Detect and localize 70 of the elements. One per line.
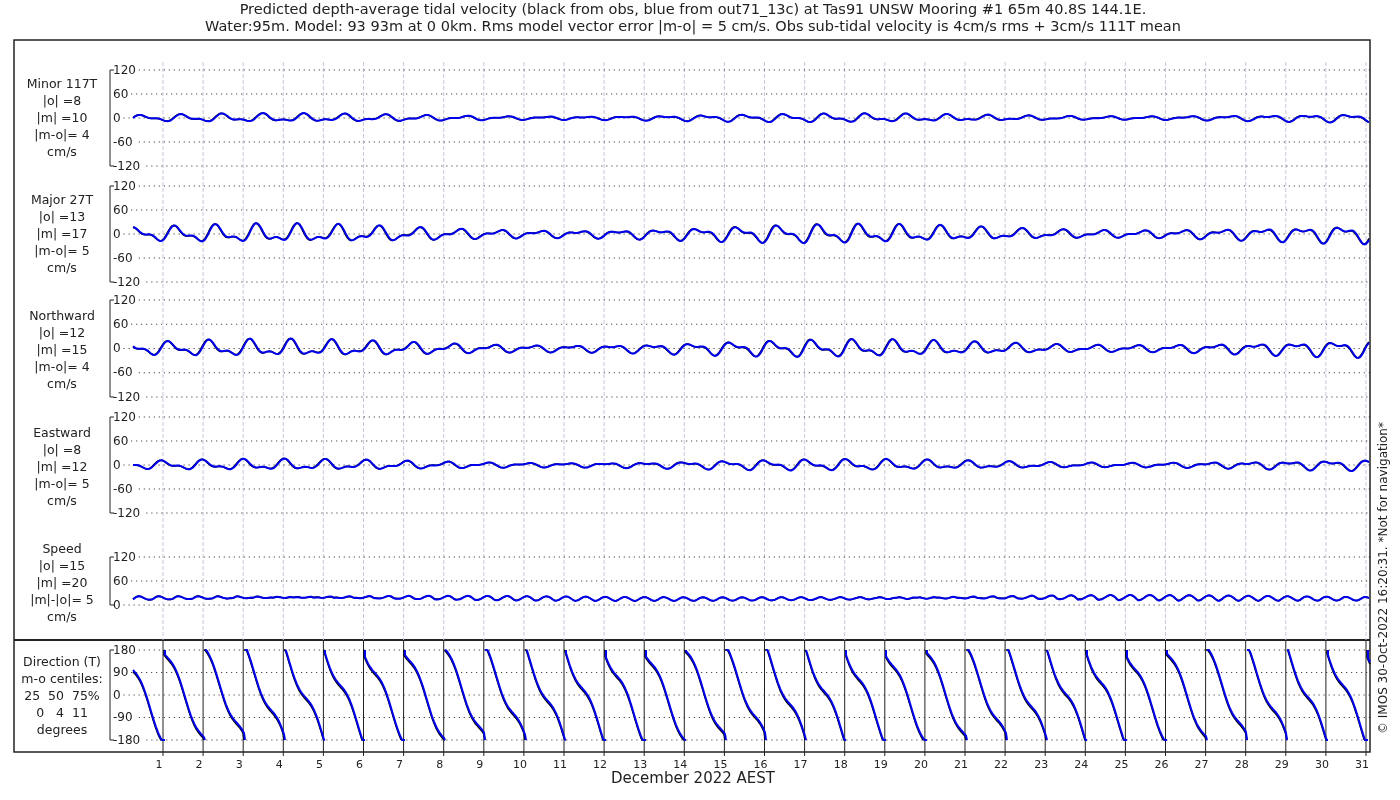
y-tick-label: -120 xyxy=(113,158,141,173)
y-tick-label: 180 xyxy=(113,642,136,657)
y-tick-label: -120 xyxy=(113,389,141,404)
panel-label: Speed |o| =15 |m| =20 |m|-|o|= 5 cm/s xyxy=(30,541,94,624)
x-tick-label: 11 xyxy=(553,758,567,771)
y-tick-label: 120 xyxy=(113,409,136,424)
y-tick-label: 60 xyxy=(113,86,129,101)
y-tick-label: -120 xyxy=(113,505,141,520)
y-tick-label: 0 xyxy=(113,687,121,702)
y-tick-label: 90 xyxy=(113,665,129,679)
x-tick-label: 9 xyxy=(476,758,484,771)
x-tick-label: 19 xyxy=(873,758,888,771)
x-tick-label: 5 xyxy=(315,758,323,771)
y-tick-label: 0 xyxy=(113,597,121,612)
chart-title: Water:95m. Model: 93 93m at 0 0km. Rms model vector error |m-o| = 5 cm/s. Obs sub-tidal velocity is 4cm/s rms + 3cm/s 111T mean xyxy=(205,18,1181,34)
x-tick-label: 20 xyxy=(913,758,928,771)
panel-label: Major 27T |o| =13 |m| =17 |m-o|= 5 cm/s xyxy=(30,192,94,275)
chart-title: Predicted depth-average tidal velocity (black from obs, blue from out71_13c) at Tas91 UNSW Mooring #1 65m 40.8S 144.1E. xyxy=(239,1,1147,17)
x-tick-label: 15 xyxy=(713,758,728,771)
x-tick-label: 23 xyxy=(1034,758,1049,771)
x-tick-label: 13 xyxy=(633,758,648,771)
y-tick-label: 0 xyxy=(113,457,121,472)
x-tick-label: 10 xyxy=(512,758,527,771)
y-tick-label: -120 xyxy=(113,274,141,289)
y-tick-label: 60 xyxy=(113,202,129,217)
x-tick-label: 27 xyxy=(1194,758,1209,771)
panel-label: Minor 117T |o| =8 |m| =10 |m-o|= 4 cm/s xyxy=(26,76,98,159)
y-tick-label: -60 xyxy=(113,365,133,380)
x-tick-label: 29 xyxy=(1274,758,1289,771)
y-tick-label: 0 xyxy=(113,341,121,355)
y-tick-label: 120 xyxy=(113,62,136,77)
y-tick-label: 60 xyxy=(113,433,129,448)
y-tick-label: 60 xyxy=(113,573,129,588)
x-tick-label: 8 xyxy=(436,758,444,771)
x-tick-label: 1 xyxy=(155,758,163,771)
x-tick-label: 18 xyxy=(833,758,848,771)
copyright-note: © IMOS 30-Oct-2022 16:20:31. *Not for navigation* xyxy=(1375,422,1390,734)
x-tick-label: 14 xyxy=(673,758,688,771)
y-tick-label: 60 xyxy=(113,316,129,331)
x-tick-label: 25 xyxy=(1114,758,1129,771)
x-axis-label: December 2022 AEST xyxy=(611,768,775,787)
x-tick-label: 7 xyxy=(396,758,404,771)
x-tick-label: 3 xyxy=(235,758,243,771)
x-tick-label: 4 xyxy=(275,758,283,771)
x-tick-label: 17 xyxy=(793,758,808,771)
x-tick-label: 22 xyxy=(994,758,1009,771)
y-tick-label: -90 xyxy=(113,710,133,724)
x-tick-label: 30 xyxy=(1314,758,1329,771)
y-tick-label: 120 xyxy=(113,292,136,307)
x-tick-label: 31 xyxy=(1355,758,1369,771)
panel-label: Direction (T) m-o centiles: 25 50 75% 0 4 11 degrees xyxy=(21,654,103,737)
x-tick-label: 21 xyxy=(954,758,968,771)
y-axis xyxy=(109,556,115,606)
y-tick-label: 120 xyxy=(113,549,136,564)
x-tick-label: 28 xyxy=(1234,758,1249,771)
x-tick-label: 2 xyxy=(195,758,203,771)
x-tick-label: 26 xyxy=(1154,758,1169,771)
x-tick-label: 6 xyxy=(356,758,363,771)
panel-label: Eastward |o| =8 |m| =12 |m-o|= 5 cm/s xyxy=(33,425,91,508)
x-tick-label: 12 xyxy=(593,758,608,771)
y-tick-label: 0 xyxy=(113,110,121,125)
x-tick-label: 24 xyxy=(1074,758,1089,771)
panel-label: Northward |o| =12 |m| =15 |m-o|= 4 cm/s xyxy=(29,308,95,391)
x-tick-label: 16 xyxy=(753,758,768,771)
y-tick-label: -60 xyxy=(113,134,133,149)
y-tick-label: -60 xyxy=(113,250,133,265)
y-tick-label: 120 xyxy=(113,178,136,193)
y-tick-label: -180 xyxy=(113,732,141,747)
y-tick-label: 0 xyxy=(113,226,121,241)
y-tick-label: -60 xyxy=(113,481,133,496)
